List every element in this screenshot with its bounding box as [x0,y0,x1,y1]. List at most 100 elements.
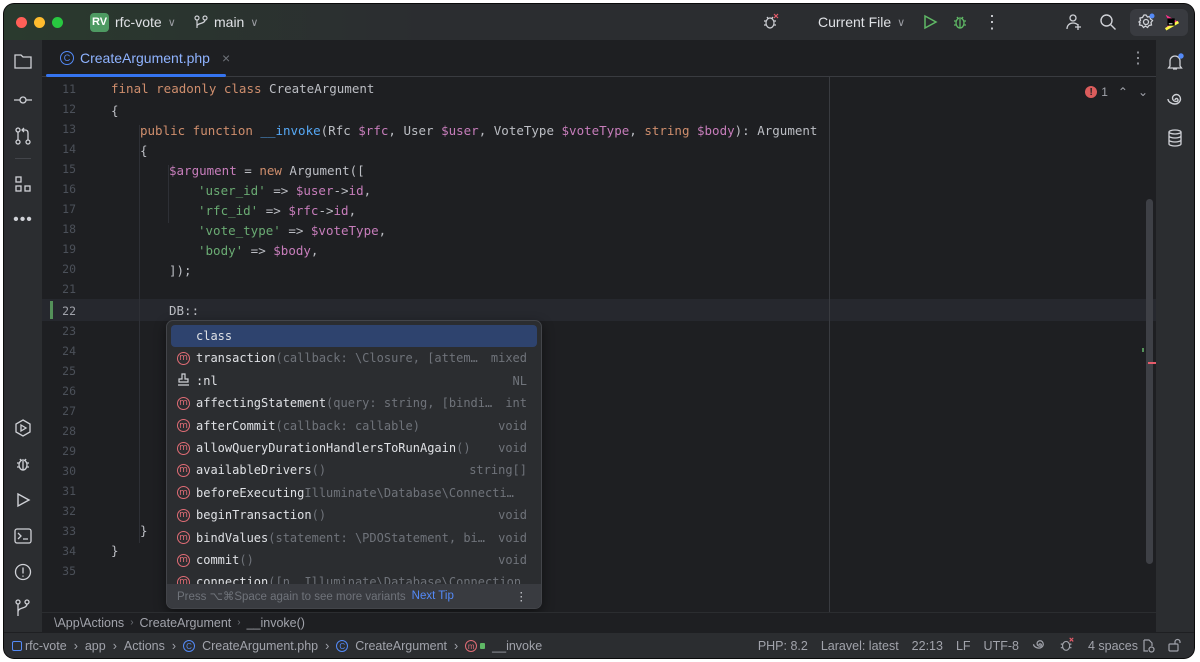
laravel-version[interactable]: Laravel: latest [821,639,899,653]
more-actions-icon[interactable]: ⋮ [982,12,1002,32]
completion-item[interactable]: :nl NL [171,370,537,392]
read-only-lock-icon[interactable] [1168,638,1182,655]
completion-item[interactable]: m allowQueryDurationHandlersToRunAgain() v… [171,437,537,459]
pull-requests-icon[interactable] [13,126,33,146]
terminal-icon[interactable] [13,526,33,546]
code-line-19: 'body' => $body, [198,243,319,258]
next-highlight-icon[interactable]: ⌄ [1138,85,1148,99]
method-icon: m [177,508,190,522]
next-tip-link[interactable]: Next Tip [412,590,454,602]
ai-assistant-status-icon[interactable] [1032,638,1046,655]
ide-window: RV rfc-vote ∨ main ∨ Current File ∨ ⋮ ••… [4,4,1194,658]
completion-item[interactable]: class [171,325,537,347]
error-stripe[interactable] [1148,362,1156,364]
version-control-icon[interactable] [13,598,33,618]
search-icon[interactable] [1098,12,1118,32]
nav-file[interactable]: CreateArgument.php [202,639,318,653]
project-selector[interactable]: RV rfc-vote ∨ [90,4,176,40]
caret-position[interactable]: 22:13 [912,639,943,653]
problems-icon[interactable] [13,562,33,582]
php-version[interactable]: PHP: 8.2 [758,639,808,653]
maximize-window-button[interactable] [52,17,63,28]
ai-assistant-icon[interactable] [1165,90,1185,110]
completion-item[interactable]: m availableDrivers() string[] [171,459,537,481]
line-number: 16 [62,182,76,196]
previous-highlight-icon[interactable]: ⌃ [1118,85,1128,99]
tab-createargument-php[interactable]: C CreateArgument.php × [52,40,238,76]
chevron-down-icon: ∨ [167,16,176,29]
nav-app[interactable]: app [85,639,106,653]
run-button[interactable] [920,12,940,32]
nav-actions[interactable]: Actions [124,639,165,653]
completion-item[interactable]: m beforeExecuting Illuminate\Database\Con… [171,482,537,504]
notifications-icon[interactable] [1165,52,1185,72]
commit-icon[interactable] [13,90,33,110]
chevron-down-icon: ∨ [897,16,906,29]
completion-item[interactable]: m afterCommit (callback: callable) void [171,415,537,437]
settings-gear-icon[interactable] [1136,12,1156,32]
line-number: 32 [62,504,76,518]
completion-item[interactable]: m commit() void [171,549,537,571]
tab-close-icon[interactable]: × [222,50,230,66]
structure-icon[interactable] [13,174,33,194]
completion-name: affectingStatement [196,396,327,411]
tab-label: CreateArgument.php [80,50,210,66]
nav-method[interactable]: __invoke [492,639,542,653]
vertical-scrollbar[interactable] [1146,199,1153,564]
debug-tool-icon[interactable] [13,454,33,474]
run-config-selector[interactable]: Current File ∨ [818,4,905,40]
branch-name: main [214,14,245,30]
completion-name: allowQueryDurationHandlersToRunAgain [196,441,457,455]
nav-separator: › [171,639,177,653]
completion-signature: (callback: \Closure, [attem… [275,351,478,366]
error-count[interactable]: ! 1 [1085,85,1108,99]
completion-item[interactable]: m beginTransaction() void [171,504,537,526]
nav-class[interactable]: CreateArgument [355,639,447,653]
method-icon: m [177,553,190,567]
inspection-widget[interactable]: ! 1 ⌃ ⌄ [1085,85,1148,99]
completion-return-type: mixed [490,351,527,366]
title-bar: RV rfc-vote ∨ main ∨ Current File ∨ ⋮ [4,4,1194,40]
minimize-window-button[interactable] [34,17,45,28]
completion-options-icon[interactable]: ⋮ [516,589,528,603]
line-number: 31 [62,484,76,498]
tab-options-icon[interactable]: ⋮ [1130,48,1146,68]
file-encoding[interactable]: UTF-8 [984,639,1019,653]
close-window-button[interactable] [16,17,27,28]
code-line-17: 'rfc_id' => $rfc->id, [198,203,357,218]
more-tools-icon[interactable]: ••• [13,210,33,230]
completion-signature: () [311,463,327,478]
phpstorm-logo-icon[interactable] [1162,12,1182,32]
method-icon: m [177,441,190,455]
breadcrumb-method[interactable]: __invoke() [247,616,305,630]
indent-setting[interactable]: 4 spaces [1088,639,1155,653]
completion-return-type: void [498,418,527,433]
project-folder-icon[interactable] [13,51,33,71]
toolbar-divider [15,158,31,159]
completion-return-type: void [498,441,527,455]
code-line-15: $argument = new Argument([ [169,163,365,178]
nav-project[interactable]: rfc-vote [25,639,67,653]
editor-tab-bar: C CreateArgument.php × ⋮ [42,40,1156,77]
debug-button[interactable] [950,12,970,32]
branch-selector[interactable]: main ∨ [194,4,258,40]
navigation-bar: rfc-vote › app › Actions › C CreateArgum… [4,639,542,653]
completion-return-type: void [498,530,527,545]
line-separator[interactable]: LF [956,639,971,653]
module-icon [12,641,22,651]
git-branch-icon [194,15,208,28]
breadcrumb-namespace[interactable]: \App\Actions [54,616,124,630]
breadcrumb-class[interactable]: CreateArgument [140,616,232,630]
add-user-icon[interactable] [1064,12,1084,32]
debugger-status-icon[interactable] [1059,636,1075,656]
database-icon[interactable] [1165,128,1185,148]
php-class-icon: C [60,51,74,65]
completion-item[interactable]: m bindValues (statement: \PDOStatement, bi… [171,527,537,549]
run-tool-icon[interactable] [13,490,33,510]
completion-signature: () [239,553,254,567]
line-number: 20 [62,262,76,276]
completion-item[interactable]: m affectingStatement (query: string, [bind… [171,392,537,414]
completion-item[interactable]: m transaction (callback: \Closure, [attem…… [171,347,537,369]
debug-disabled-icon[interactable] [761,12,781,32]
services-icon[interactable] [13,418,33,438]
